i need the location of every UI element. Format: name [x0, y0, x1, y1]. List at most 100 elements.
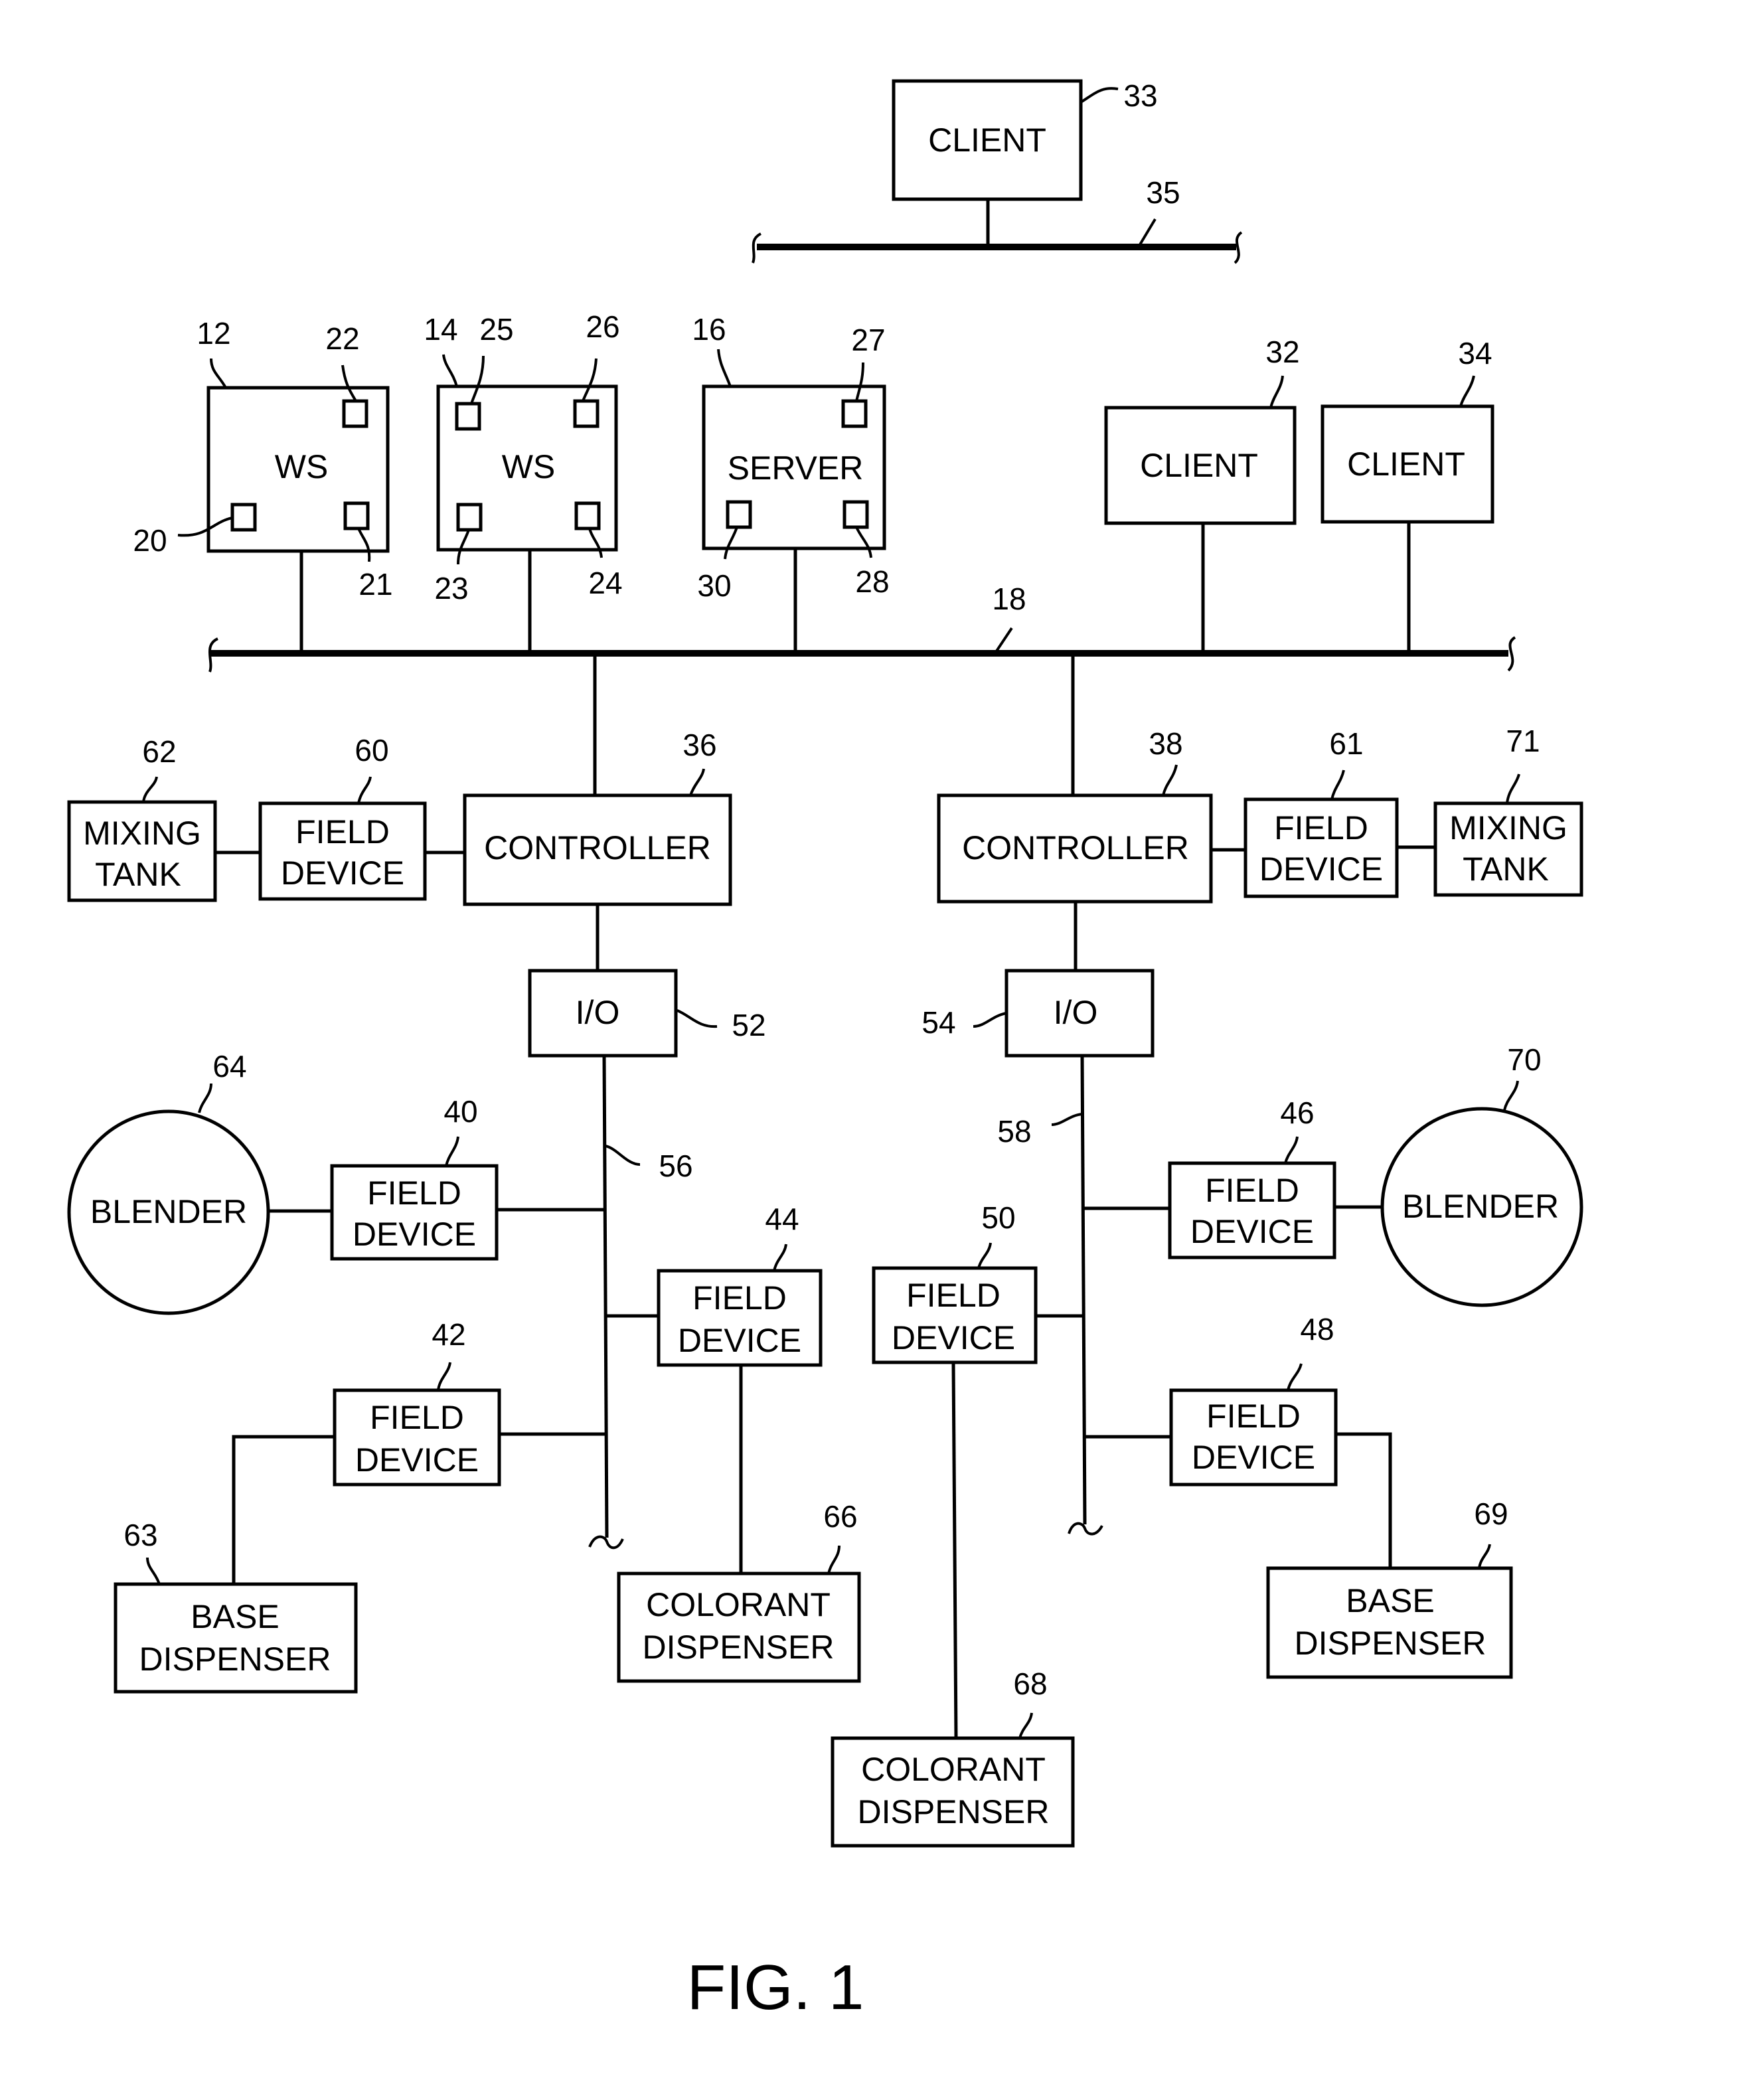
field-device-40-label-1: FIELD [367, 1174, 461, 1212]
leader-38 [1162, 764, 1178, 796]
port-28 [842, 500, 869, 529]
field-device-46-label-2: DEVICE [1190, 1213, 1314, 1250]
leader-71 [1506, 773, 1520, 804]
controller-36-label: CONTROLLER [484, 829, 711, 866]
blender-70: BLENDER 70 [1380, 1042, 1583, 1307]
ref-56: 56 [659, 1149, 692, 1183]
fd-50-to-colorant-68 [951, 1362, 958, 1739]
leader-50 [977, 1242, 992, 1269]
port-22 [342, 399, 368, 428]
colorant-dispenser-68-label-2: DISPENSER [858, 1793, 1050, 1830]
ref-66: 66 [823, 1499, 857, 1534]
server-16-label: SERVER [728, 449, 864, 487]
client-34-label: CLIENT [1347, 445, 1465, 483]
port-25 [455, 402, 481, 431]
ref-69: 69 [1474, 1496, 1508, 1531]
leader-52 [677, 1009, 718, 1028]
ref-50: 50 [981, 1200, 1015, 1235]
ref-38: 38 [1149, 726, 1182, 761]
ref-27: 27 [851, 323, 885, 357]
ref-58: 58 [997, 1114, 1031, 1149]
blender-64: BLENDER 64 [67, 1049, 270, 1315]
field-device-60-label-1: FIELD [295, 813, 390, 850]
field-device-61-label-1: FIELD [1274, 809, 1368, 847]
ref-42: 42 [432, 1317, 465, 1352]
ref-35: 35 [1146, 175, 1180, 210]
mixing-tank-71: MIXING TANK 71 [1433, 724, 1583, 897]
fd-42-to-base-63 [232, 1435, 335, 1584]
ref-12: 12 [197, 316, 230, 351]
colorant-dispenser-66-label-2: DISPENSER [643, 1629, 835, 1666]
leader-16 [717, 349, 732, 387]
controller-38-label: CONTROLLER [962, 829, 1189, 866]
colorant-dispenser-68-label-1: COLORANT [861, 1751, 1046, 1788]
leader-58 [1051, 1113, 1083, 1126]
ref-63: 63 [123, 1518, 157, 1552]
ref-36: 36 [682, 728, 716, 762]
fd-48-to-base-69 [1336, 1432, 1392, 1568]
field-device-46: FIELD DEVICE 46 [1168, 1095, 1336, 1259]
port-20 [230, 503, 257, 532]
field-device-46-label-1: FIELD [1205, 1172, 1299, 1209]
leader-12 [210, 358, 227, 388]
port-30 [726, 500, 752, 529]
client-34: CLIENT 34 [1321, 336, 1494, 524]
colorant-dispenser-68: COLORANT DISPENSER 68 [831, 1666, 1075, 1848]
ref-18: 18 [992, 582, 1026, 616]
client-32-label: CLIENT [1140, 447, 1258, 484]
mixing-tank-62: MIXING TANK 62 [67, 734, 217, 902]
port-23 [456, 503, 483, 532]
ref-16: 16 [692, 312, 726, 347]
port-24 [574, 501, 601, 530]
workstation-14-label: WS [502, 448, 556, 485]
ref-28: 28 [855, 564, 889, 599]
mixing-tank-71-label-1: MIXING [1449, 809, 1567, 847]
ref-48: 48 [1300, 1312, 1334, 1346]
ref-64: 64 [212, 1049, 246, 1084]
server-16: SERVER 16 27 30 28 [692, 312, 889, 603]
port-27 [841, 399, 868, 428]
io-54: I/O 54 [922, 969, 1155, 1058]
leader-61 [1330, 769, 1345, 800]
field-device-60: FIELD DEVICE 60 [258, 733, 427, 901]
ref-52: 52 [732, 1008, 765, 1042]
leader-46 [1284, 1136, 1299, 1164]
base-dispenser-63: BASE DISPENSER 63 [114, 1518, 358, 1694]
ref-33: 33 [1123, 78, 1157, 113]
leader-32 [1269, 375, 1284, 408]
leader-66 [827, 1545, 841, 1574]
bus-18-break-right [1507, 636, 1516, 672]
field-device-42-label-1: FIELD [370, 1399, 464, 1436]
ref-24: 24 [588, 566, 622, 600]
ref-23: 23 [434, 571, 468, 605]
leader-62 [142, 776, 158, 803]
ref-30: 30 [697, 568, 731, 603]
leader-68 [1018, 1712, 1033, 1739]
base-dispenser-63-label-2: DISPENSER [139, 1641, 331, 1678]
leader-34 [1459, 375, 1475, 407]
colorant-dispenser-66-label-1: COLORANT [646, 1586, 831, 1623]
field-device-50-label-1: FIELD [906, 1277, 1001, 1314]
field-device-50: FIELD DEVICE 50 [872, 1200, 1038, 1364]
ref-40: 40 [443, 1094, 477, 1129]
leader-33 [1080, 87, 1119, 104]
controller-36: CONTROLLER 36 [463, 728, 732, 906]
leader-40 [445, 1136, 459, 1167]
io-bus-58-line [1080, 1055, 1087, 1525]
base-dispenser-69-label-1: BASE [1346, 1582, 1434, 1619]
field-device-60-label-2: DEVICE [281, 854, 404, 892]
ref-44: 44 [765, 1202, 799, 1236]
field-device-40-label-2: DEVICE [353, 1216, 476, 1253]
process-network-diagram: CLIENT 33 35 WS 12 22 20 21 WS 14 25 26 … [67, 78, 1583, 2023]
leader-54 [973, 1012, 1007, 1028]
io-bus-56-line [602, 1055, 609, 1538]
field-device-44-label-2: DEVICE [678, 1322, 801, 1359]
ref-60: 60 [355, 733, 388, 767]
io-52-label: I/O [576, 994, 620, 1031]
field-device-44-label-1: FIELD [692, 1279, 787, 1317]
mixing-tank-62-label-1: MIXING [83, 815, 201, 852]
workstation-12: WS 12 22 20 21 [133, 316, 392, 602]
ref-14: 14 [424, 312, 457, 347]
ref-46: 46 [1280, 1095, 1314, 1130]
workstation-14: WS 14 25 26 23 24 [424, 309, 622, 605]
